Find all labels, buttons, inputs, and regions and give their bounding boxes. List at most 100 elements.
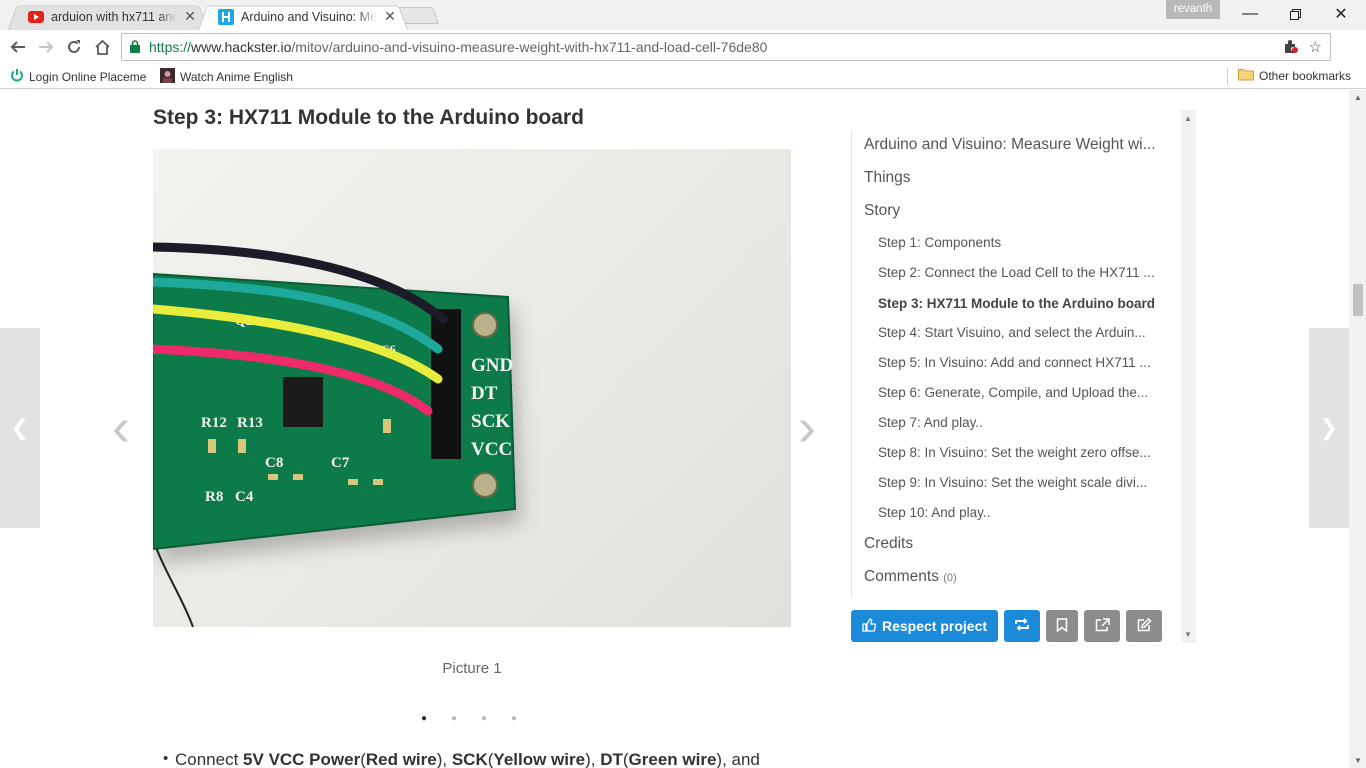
reload-icon[interactable] (62, 35, 86, 59)
toc-step-link[interactable]: Step 5: In Visuino: Add and connect HX71… (878, 355, 1151, 370)
scroll-up-icon[interactable]: ▲ (1354, 93, 1362, 102)
browser-tab-youtube[interactable]: arduion with hx711 and l ✕ (8, 3, 208, 31)
toc-credits-link[interactable]: Credits (864, 535, 913, 553)
share-icon (1095, 617, 1110, 635)
component-label: R13 (237, 415, 263, 431)
toc-step-link[interactable]: Step 4: Start Visuino, and select the Ar… (878, 325, 1146, 340)
minimize-icon[interactable]: — (1227, 0, 1273, 28)
step-heading: Step 3: HX711 Module to the Arduino boar… (153, 106, 584, 129)
bookmark-watch-anime[interactable]: Watch Anime English (160, 68, 293, 86)
gallery-prev-icon[interactable]: ‹ (112, 400, 130, 454)
toc-step-link[interactable]: Step 1: Components (878, 235, 1001, 250)
pin-label-dt: DT (471, 383, 498, 404)
home-icon[interactable] (90, 35, 114, 59)
share-button[interactable] (1084, 610, 1121, 642)
restore-icon[interactable] (1272, 0, 1318, 28)
toc-step-link[interactable]: Step 10: And play.. (878, 505, 990, 520)
toc-title-link[interactable]: Arduino and Visuino: Measure Weight wi..… (864, 136, 1156, 154)
bullet-text: 5V VCC Power (243, 750, 361, 768)
url-text: https://www.hackster.io/mitov/arduino-an… (149, 39, 767, 55)
scroll-up-icon[interactable]: ▲ (1184, 114, 1192, 123)
next-page-button[interactable]: ❯ (1309, 328, 1349, 528)
profile-button[interactable]: revanth (1166, 0, 1220, 19)
edit-button[interactable] (1126, 610, 1163, 642)
address-bar[interactable]: https://www.hackster.io/mitov/arduino-an… (121, 33, 1331, 61)
respect-project-button[interactable]: Respect project (851, 610, 999, 642)
scrollbar-thumb[interactable] (1353, 284, 1363, 316)
close-window-icon[interactable]: ✕ (1318, 0, 1364, 28)
component-label: C4 (235, 489, 254, 505)
gallery-dot[interactable]: ● (420, 713, 428, 724)
bookmark-login-online[interactable]: Login Online Placeme (10, 68, 146, 85)
toc-step-link[interactable]: Step 9: In Visuino: Set the weight scale… (878, 475, 1147, 490)
bullet-text: Green wire (628, 750, 717, 768)
replicate-icon (1014, 618, 1030, 634)
component-label: C8 (265, 455, 283, 471)
toc-scrollbar[interactable]: ▲ ▼ (1181, 110, 1196, 643)
folder-icon (1238, 68, 1254, 84)
hx711-photo[interactable]: GND DT SCK VCC Q2 R12 R13 C8 C7 R8 C4 C6 (153, 149, 791, 627)
browser-toolbar: https://www.hackster.io/mitov/arduino-an… (0, 30, 1366, 84)
url-host: www.hackster.io (191, 39, 292, 55)
back-icon[interactable] (6, 35, 30, 59)
other-bookmarks[interactable]: Other bookmarks (1238, 68, 1351, 84)
project-actions: Respect project (851, 610, 1163, 642)
pin-label-sck: SCK (471, 411, 510, 432)
bookmark-icon (1056, 617, 1068, 635)
gallery-next-icon[interactable]: › (798, 400, 816, 454)
star-icon[interactable]: ☆ (1309, 38, 1322, 58)
hackster-icon (218, 8, 234, 25)
pin-label-gnd: GND (471, 355, 513, 376)
gallery-dot[interactable]: ● (510, 713, 518, 724)
close-tab-icon[interactable]: ✕ (184, 8, 196, 25)
bullet-text: Connect (175, 750, 244, 768)
url-path: /mitov/arduino-and-visuino-measure-weigh… (291, 39, 768, 55)
bullet-text: SCK (451, 750, 488, 768)
component-label: C7 (331, 455, 350, 471)
bullet-text: ), (436, 750, 452, 768)
lock-icon (130, 40, 140, 53)
toc-things-link[interactable]: Things (864, 169, 911, 187)
browser-tab-hackster[interactable]: Arduino and Visuino: Me ✕ (198, 3, 408, 31)
tab-strip: arduion with hx711 and l ✕ Arduino and V… (0, 0, 1366, 31)
bookmark-label: Other bookmarks (1259, 69, 1352, 83)
pin-label-vcc: VCC (471, 439, 512, 460)
toc-comments-link[interactable]: Comments (0) (864, 568, 957, 586)
bookmark-button[interactable] (1046, 610, 1079, 642)
page-scrollbar[interactable]: ▲ ▼ (1349, 90, 1366, 768)
power-icon (10, 68, 24, 85)
toc-step-link[interactable]: Step 8: In Visuino: Set the weight zero … (878, 445, 1151, 460)
anime-icon (160, 68, 175, 86)
gallery-dot[interactable]: ● (480, 713, 488, 724)
table-of-contents: Arduino and Visuino: Measure Weight wi..… (851, 110, 1196, 643)
toc-step-link[interactable]: Step 7: And play.. (878, 415, 983, 430)
gallery-dots: ● ● ● ● (420, 713, 518, 724)
toc-comments-label: Comments (864, 568, 939, 585)
respect-label: Respect project (882, 618, 988, 634)
scroll-down-icon[interactable]: ▼ (1354, 756, 1362, 765)
toc-step-link[interactable]: Step 2: Connect the Load Cell to the HX7… (878, 265, 1155, 280)
toc-story-link[interactable]: Story (864, 202, 900, 220)
tab-title: arduion with hx711 and l (51, 9, 177, 24)
component-label: R8 (205, 489, 223, 505)
component-label: R12 (201, 415, 227, 431)
close-tab-icon[interactable]: ✕ (384, 8, 396, 25)
bullet-text: Red wire (365, 750, 437, 768)
toc-step-link[interactable]: Step 6: Generate, Compile, and Upload th… (878, 385, 1148, 400)
toc-step-link-active[interactable]: Step 3: HX711 Module to the Arduino boar… (878, 296, 1155, 311)
bookmark-label: Login Online Placeme (29, 69, 147, 84)
instruction-bullet: Connect 5V VCC Power(Red wire), SCK(Yell… (163, 750, 760, 768)
bookmarks-bar: Login Online Placeme Watch Anime English… (0, 64, 1366, 89)
comments-count: (0) (943, 572, 957, 584)
bullet-text: ), and (716, 750, 760, 768)
prev-page-button[interactable]: ❮ (0, 328, 40, 528)
bullet-text: DT (600, 750, 623, 768)
edit-icon (1137, 617, 1152, 635)
scroll-down-icon[interactable]: ▼ (1184, 630, 1192, 639)
extension-icon[interactable] (1283, 38, 1299, 58)
forward-icon[interactable] (34, 35, 58, 59)
bullet-text: ), (585, 750, 601, 768)
bookmark-label: Watch Anime English (180, 70, 293, 84)
gallery-dot[interactable]: ● (450, 713, 458, 724)
replicate-button[interactable] (1004, 610, 1041, 642)
